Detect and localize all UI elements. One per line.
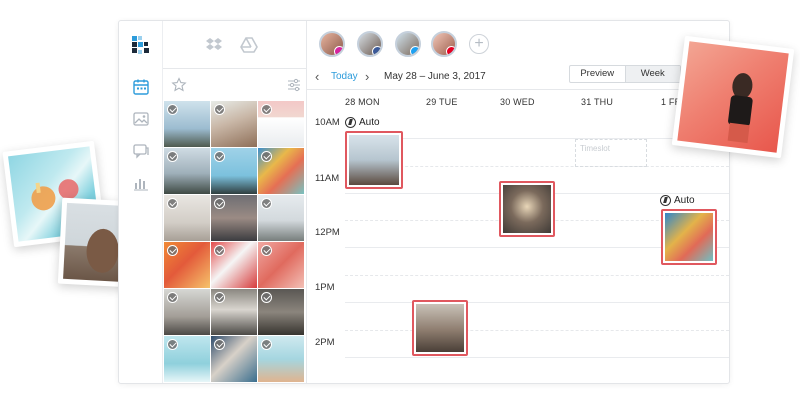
facebook-icon [372, 46, 381, 55]
time-label: 10AM [315, 117, 340, 128]
media-tile[interactable] [164, 101, 210, 147]
media-tile[interactable] [211, 336, 257, 382]
conversations-icon[interactable] [132, 142, 150, 160]
twitter-icon [410, 46, 419, 55]
media-tile[interactable] [211, 289, 257, 335]
media-tile[interactable] [258, 336, 304, 382]
auto-post-indicator: Auto [345, 117, 380, 128]
google-drive-icon[interactable] [240, 36, 258, 54]
auto-label: Auto [359, 117, 380, 128]
left-rail [119, 21, 163, 383]
check-icon [167, 339, 178, 350]
media-tile[interactable] [211, 148, 257, 194]
app-window: + ‹ Today › May 28 – June 3, 2017 Previe… [118, 20, 730, 384]
media-tile[interactable] [211, 242, 257, 288]
media-tile[interactable] [211, 195, 257, 241]
day-header: 28 MON [345, 97, 380, 107]
today-button[interactable]: Today [331, 71, 358, 82]
time-label: 2PM [315, 337, 335, 348]
media-tile[interactable] [258, 148, 304, 194]
check-icon [167, 245, 178, 256]
media-tile[interactable] [258, 101, 304, 147]
profile-avatar-instagram[interactable] [319, 31, 345, 57]
time-label: 11AM [315, 173, 340, 184]
scheduled-post[interactable] [499, 181, 555, 237]
scheduled-post[interactable] [661, 209, 717, 265]
week-view-button[interactable]: Week [624, 66, 680, 82]
scheduled-post[interactable] [345, 131, 403, 189]
media-tile[interactable] [258, 195, 304, 241]
scheduled-post[interactable] [412, 300, 468, 356]
check-icon [214, 151, 225, 162]
time-label: 12PM [315, 227, 340, 238]
prev-week-chevron-icon[interactable]: ‹ [315, 69, 319, 84]
profile-avatar-twitter[interactable] [395, 31, 421, 57]
profile-avatar-facebook[interactable] [357, 31, 383, 57]
time-label: 1PM [315, 282, 335, 293]
woman-pink-wall-image [727, 73, 753, 144]
grid-line [345, 275, 729, 276]
media-tile[interactable] [164, 289, 210, 335]
analytics-icon[interactable] [132, 174, 150, 192]
pinterest-icon [446, 46, 455, 55]
profile-avatar-pinterest[interactable] [431, 31, 457, 57]
check-icon [261, 104, 272, 115]
date-navigation: ‹ Today › May 28 – June 3, 2017 Preview … [307, 65, 729, 91]
filter-sliders-icon[interactable] [287, 78, 301, 92]
day-header: 29 TUE [426, 97, 458, 107]
auto-bolt-icon [660, 195, 671, 206]
grid-line [345, 302, 729, 303]
next-week-chevron-icon[interactable]: › [365, 69, 369, 84]
media-tile[interactable] [164, 195, 210, 241]
calendar-icon[interactable] [132, 78, 150, 96]
media-tile[interactable] [258, 289, 304, 335]
check-icon [167, 292, 178, 303]
media-tile[interactable] [164, 242, 210, 288]
library-sources [163, 21, 307, 69]
check-icon [261, 245, 272, 256]
check-icon [261, 198, 272, 209]
auto-bolt-icon [345, 117, 356, 128]
grid-line [345, 330, 729, 331]
check-icon [261, 339, 272, 350]
check-icon [261, 292, 272, 303]
grid-line [345, 357, 729, 358]
check-icon [214, 198, 225, 209]
media-tile[interactable] [258, 242, 304, 288]
instagram-icon [334, 46, 343, 55]
check-icon [167, 151, 178, 162]
media-library-panel [163, 21, 307, 383]
check-icon [167, 198, 178, 209]
check-icon [214, 245, 225, 256]
check-icon [261, 151, 272, 162]
media-tile[interactable] [211, 101, 257, 147]
profile-bar: + [307, 21, 729, 65]
library-toolbar [163, 69, 307, 99]
check-icon [214, 292, 225, 303]
date-range: May 28 – June 3, 2017 [384, 71, 486, 82]
media-tile[interactable] [164, 148, 210, 194]
add-profile-button[interactable]: + [469, 34, 489, 54]
header-divider [307, 89, 729, 90]
view-toggle: Preview Week [569, 65, 681, 83]
timeslot-placeholder[interactable]: Timeslot [575, 139, 647, 167]
auto-post-indicator: Auto [660, 195, 695, 206]
media-tile[interactable] [164, 336, 210, 382]
star-icon[interactable] [171, 77, 187, 93]
check-icon [167, 104, 178, 115]
floating-photo-woman-pink-wall [671, 35, 795, 159]
auto-label: Auto [674, 195, 695, 206]
day-header: 31 THU [581, 97, 614, 107]
preview-view-button[interactable]: Preview [570, 66, 625, 82]
day-header: 30 WED [500, 97, 535, 107]
app-logo-icon [132, 36, 149, 54]
media-library-icon[interactable] [132, 110, 150, 128]
stage: + ‹ Today › May 28 – June 3, 2017 Previe… [0, 0, 800, 404]
check-icon [214, 339, 225, 350]
dropbox-icon[interactable] [205, 36, 223, 54]
check-icon [214, 104, 225, 115]
calendar-panel: + ‹ Today › May 28 – June 3, 2017 Previe… [307, 21, 729, 383]
